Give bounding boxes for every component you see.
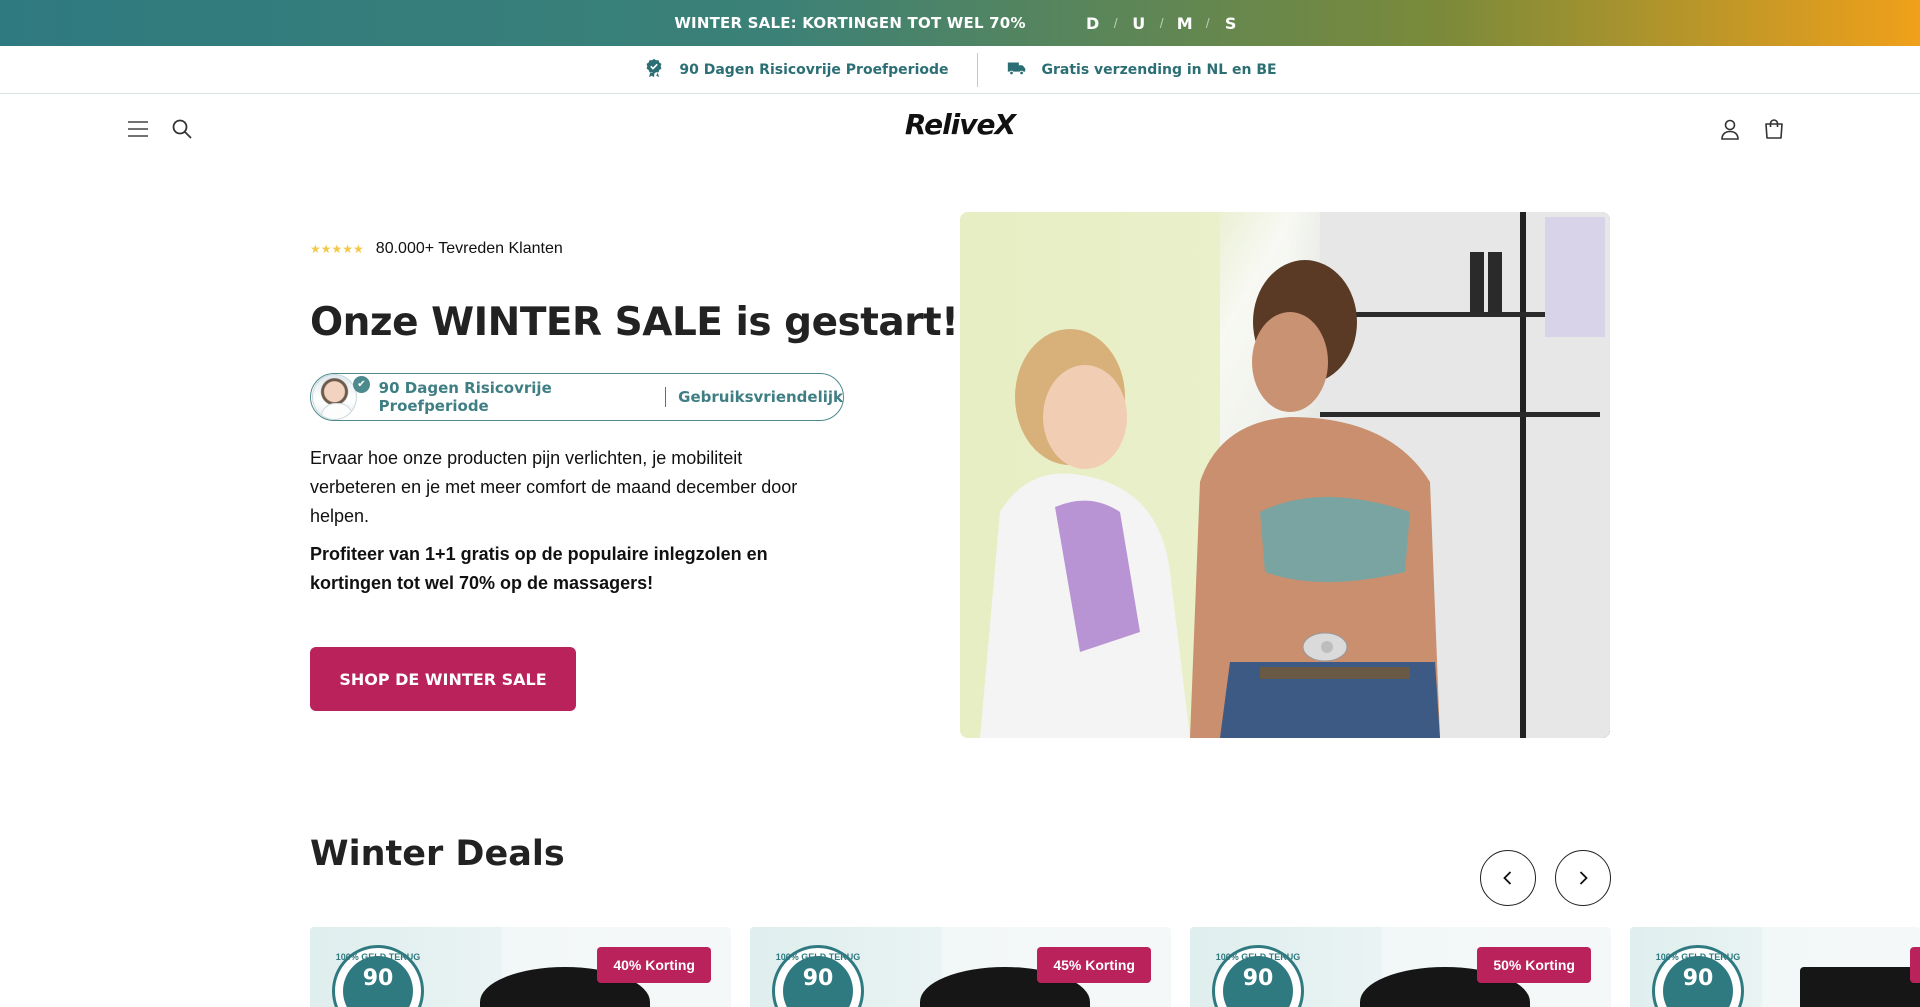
trust-pill: ✔ 90 Dagen Risicovrije Proefperiode Gebr… <box>310 373 844 421</box>
discount-badge <box>1910 947 1920 983</box>
announcement-text: WINTER SALE: KORTINGEN TOT WEL 70% <box>674 14 1026 32</box>
doctor-avatar <box>312 374 357 420</box>
money-back-seal: 100% GELD TERUG 90 <box>1212 945 1304 1007</box>
hero-title: Onze WINTER SALE is gestart! <box>310 300 959 345</box>
trust-item-trial: 90 Dagen Risicovrije Proefperiode <box>615 57 976 83</box>
money-back-seal: 100% GELD TERUG 90 <box>772 945 864 1007</box>
trust-bar: 90 Dagen Risicovrije Proefperiode Gratis… <box>0 46 1920 94</box>
star-rating-icon: ★★★★★ <box>310 242 364 256</box>
carousel-next-button[interactable] <box>1555 850 1611 906</box>
money-back-seal: 100% GELD TERUG 90 <box>1652 945 1744 1007</box>
rating-text: 80.000+ Tevreden Klanten <box>375 240 563 257</box>
countdown-minutes: M <box>1176 13 1193 33</box>
product-card[interactable]: 100% GELD TERUG 90 <box>1630 927 1920 1007</box>
countdown-seconds: S <box>1224 13 1237 33</box>
site-logo[interactable]: ReliveX <box>0 108 1920 141</box>
trust-item-shipping: Gratis verzending in NL en BE <box>978 57 1305 83</box>
pill-divider <box>664 387 667 407</box>
pill-label-usability: Gebruiksvriendelijk <box>678 388 843 406</box>
countdown-hours: U <box>1132 13 1146 33</box>
pill-label-trial: 90 Dagen Risicovrije Proefperiode <box>378 379 552 415</box>
account-icon[interactable] <box>1717 116 1743 142</box>
trust-item-label: 90 Dagen Risicovrije Proefperiode <box>679 61 949 78</box>
product-card[interactable]: 100% GELD TERUG 90 45% Korting <box>750 927 1171 1007</box>
shop-winter-sale-button[interactable]: SHOP DE WINTER SALE <box>310 647 576 711</box>
site-header: ReliveX <box>0 94 1920 164</box>
hero-image <box>960 212 1610 738</box>
check-icon: ✔ <box>353 376 370 393</box>
discount-badge: 40% Korting <box>597 947 711 983</box>
countdown-separator: / <box>1113 15 1118 31</box>
countdown-days: D <box>1086 13 1100 33</box>
truck-icon <box>1006 57 1028 83</box>
countdown-timer: D / U / M / S <box>1078 14 1246 33</box>
discount-badge: 45% Korting <box>1037 947 1151 983</box>
cart-icon[interactable] <box>1761 116 1787 142</box>
search-icon[interactable] <box>169 116 195 142</box>
product-card[interactable]: 100% GELD TERUG 90 50% Korting <box>1190 927 1611 1007</box>
trust-item-label: Gratis verzending in NL en BE <box>1041 61 1277 78</box>
discount-badge: 50% Korting <box>1477 947 1591 983</box>
announcement-bar: WINTER SALE: KORTINGEN TOT WEL 70% D / U… <box>0 0 1920 46</box>
badge-check-icon <box>643 57 665 83</box>
hero-highlight: Profiteer van 1+1 gratis op de populaire… <box>310 544 768 593</box>
chevron-left-icon <box>1503 871 1512 885</box>
money-back-seal: 100% GELD TERUG 90 <box>332 945 424 1007</box>
hero-rating: ★★★★★ 80.000+ Tevreden Klanten <box>310 240 890 258</box>
countdown-separator: / <box>1205 15 1210 31</box>
deals-title: Winter Deals <box>310 834 565 874</box>
hero-description: Ervaar hoe onze producten pijn verlichte… <box>310 448 798 526</box>
chevron-right-icon <box>1579 871 1588 885</box>
product-card[interactable]: 100% GELD TERUG 90 40% Korting <box>310 927 731 1007</box>
carousel-prev-button[interactable] <box>1480 850 1536 906</box>
countdown-separator: / <box>1159 15 1164 31</box>
product-image <box>1800 967 1920 1007</box>
menu-icon[interactable] <box>125 116 151 142</box>
